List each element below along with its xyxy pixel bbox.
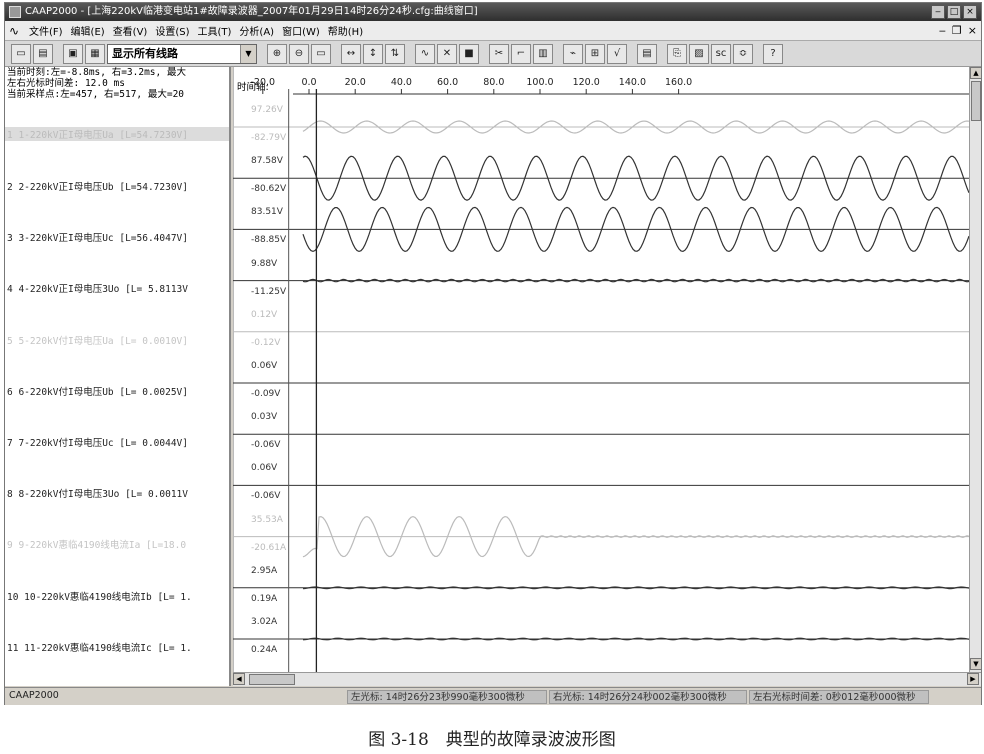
maximize-button[interactable]: □	[947, 5, 961, 19]
report-print-icon[interactable]: ▤	[637, 43, 657, 64]
menu-edit[interactable]: 编辑(E)	[71, 23, 105, 38]
menu-bar: ∿ 文件(F) 编辑(E) 查看(V) 设置(S) 工具(T) 分析(A) 窗口…	[5, 21, 981, 41]
chevron-down-icon[interactable]: ▼	[240, 44, 256, 63]
status-left-cursor: 左光标: 14时26分23秒990毫秒300微秒	[347, 690, 547, 704]
menu-settings[interactable]: 设置(S)	[155, 23, 189, 38]
menu-view[interactable]: 查看(V)	[113, 23, 148, 38]
vertical-scroll-thumb[interactable]	[971, 81, 981, 121]
channel-list-pane: 当前时刻:左=-8.8ms, 右=3.2ms, 最大 左右光标时间差: 12.0…	[5, 67, 231, 686]
mdi-minimize-button[interactable]: ‒	[939, 24, 946, 37]
channel-item[interactable]: 7 7-220kV付I母电压Uc [L= 0.0044V]	[7, 435, 188, 449]
window-title: CAAP2000 - [上海220kV临港变电站1#故障录波器_2007年01月…	[25, 6, 478, 17]
close-button[interactable]: ×	[963, 5, 977, 19]
export-icon[interactable]: ⎘	[667, 43, 687, 64]
align-icon[interactable]: ⇅	[385, 43, 405, 64]
cursor-delta-info: 左右光标时间差: 12.0 ms	[7, 78, 125, 89]
waveform-canvas[interactable]: -100.0-80.0-60.0-40.0-20.00.020.040.060.…	[233, 67, 969, 672]
time-tick-label: 80.0	[483, 77, 504, 88]
toolbar: ▭ ▤ ▣ ▦ 显示所有线路 ▼ ⊕ ⊖ ▭ ↔ ↕ ⇅ ∿ ✕ ■ ✂ ⌐ ▥…	[5, 41, 981, 67]
scroll-right-icon[interactable]: ▶	[967, 673, 979, 685]
channel-item[interactable]: 6 6-220kV付I母电压Ub [L= 0.0025V]	[7, 384, 188, 398]
sc-tool-button[interactable]: sc	[711, 43, 731, 64]
scroll-up-icon[interactable]: ▲	[970, 67, 982, 79]
save-image-icon[interactable]: ▨	[689, 43, 709, 64]
app-icon	[9, 6, 21, 18]
menu-tools[interactable]: 工具(T)	[198, 23, 232, 38]
time-tick-label: 100.0	[526, 77, 553, 88]
sample-point-info: 当前采样点:左=457, 右=517, 最大=20	[7, 89, 185, 100]
channel-filter-value: 显示所有线路	[112, 46, 178, 60]
zoom-in-icon[interactable]: ⊕	[267, 43, 287, 64]
time-tick-label: 120.0	[573, 77, 600, 88]
vertical-scrollbar[interactable]: ▲ ▼	[969, 67, 982, 672]
app-window: CAAP2000 - [上海220kV临港变电站1#故障录波器_2007年01月…	[4, 2, 982, 705]
horizontal-scrollbar[interactable]: ◀ ▶	[233, 672, 981, 686]
time-tick-label: -20.0	[251, 77, 276, 88]
status-bar: CAAP2000 左光标: 14时26分23秒990毫秒300微秒 右光标: 1…	[5, 687, 981, 705]
zoom-out-icon[interactable]: ⊖	[289, 43, 309, 64]
menu-window[interactable]: 窗口(W)	[282, 23, 320, 38]
time-tick-label: 20.0	[345, 77, 366, 88]
channel-item[interactable]: 3 3-220kV正I母电压Uc [L=56.4047V]	[7, 230, 188, 244]
paste-icon[interactable]: ▦	[85, 43, 105, 64]
sqrt-icon[interactable]: √	[607, 43, 627, 64]
scroll-down-icon[interactable]: ▼	[970, 658, 982, 670]
delete-icon[interactable]: ✕	[437, 43, 457, 64]
channel-item[interactable]: 4 4-220kV正I母电压3Uo [L= 5.8113V	[7, 281, 188, 295]
mdi-restore-button[interactable]: ❐	[952, 24, 962, 37]
title-bar: CAAP2000 - [上海220kV临港变电站1#故障录波器_2007年01月…	[5, 3, 981, 21]
print-icon[interactable]: ▤	[33, 43, 53, 64]
channel-filter-select[interactable]: 显示所有线路 ▼	[107, 43, 257, 64]
status-app-name: CAAP2000	[9, 690, 59, 701]
channel-item[interactable]: 8 8-220kV付I母电压3Uo [L= 0.0011V	[7, 486, 188, 500]
harmonic-icon[interactable]: ⊞	[585, 43, 605, 64]
time-tick-label: 140.0	[619, 77, 646, 88]
figure-caption: 图 3-18 典型的故障录波波形图	[368, 730, 616, 750]
channel-item[interactable]: 2 2-220kV正I母电压Ub [L=54.7230V]	[7, 179, 188, 193]
zoom-reset-icon[interactable]: ▭	[311, 43, 331, 64]
cut-icon[interactable]: ✂	[489, 43, 509, 64]
status-cursor-delta: 左右光标时间差: 0秒012毫秒000微秒	[749, 690, 929, 704]
block-icon[interactable]: ■	[459, 43, 479, 64]
horizontal-scroll-thumb[interactable]	[249, 674, 295, 685]
channel-item[interactable]: 1 1-220kV正I母电压Ua [L=54.7230V]	[5, 127, 229, 141]
channel-item[interactable]: 11 11-220kV惠临4190线电流Ic [L= 1.	[7, 640, 192, 654]
phasor-icon[interactable]: ⌁	[563, 43, 583, 64]
mdi-close-button[interactable]: ×	[968, 24, 977, 37]
status-right-cursor: 右光标: 14时26分24秒002毫秒300微秒	[549, 690, 747, 704]
compare-icon[interactable]: ≎	[733, 43, 753, 64]
menu-help[interactable]: 帮助(H)	[328, 23, 363, 38]
channel-item[interactable]: 5 5-220kV付I母电压Ua [L= 0.0010V]	[7, 333, 188, 347]
waveform-plot[interactable]: 时间轴: 97.26V -82.79V 87.58V -80.62V 83.51V -88…	[233, 67, 969, 672]
histogram-icon[interactable]: ▥	[533, 43, 553, 64]
copy-icon[interactable]: ▣	[63, 43, 83, 64]
menu-file[interactable]: 文件(F)	[29, 23, 63, 38]
channel-item[interactable]: 10 10-220kV惠临4190线电流Ib [L= 1.	[7, 589, 192, 603]
open-icon[interactable]: ▭	[11, 43, 31, 64]
time-tick-label: 40.0	[391, 77, 412, 88]
channel-item[interactable]: 9 9-220kV惠临4190线电流Ia [L=18.0	[7, 537, 186, 551]
waveform-icon[interactable]: ∿	[415, 43, 435, 64]
wave-logo-icon: ∿	[9, 23, 20, 38]
stretch-vertical-icon[interactable]: ↕	[363, 43, 383, 64]
measure-icon[interactable]: ⌐	[511, 43, 531, 64]
time-tick-label: 160.0	[665, 77, 692, 88]
help-button[interactable]: ?	[763, 43, 783, 64]
cursor-time-info: 当前时刻:左=-8.8ms, 右=3.2ms, 最大	[7, 67, 186, 78]
minimize-button[interactable]: ‒	[931, 5, 945, 19]
time-tick-label: 0.0	[301, 77, 316, 88]
stretch-horizontal-icon[interactable]: ↔	[341, 43, 361, 64]
menu-analysis[interactable]: 分析(A)	[239, 23, 274, 38]
time-tick-label: 60.0	[437, 77, 458, 88]
scroll-left-icon[interactable]: ◀	[233, 673, 245, 685]
